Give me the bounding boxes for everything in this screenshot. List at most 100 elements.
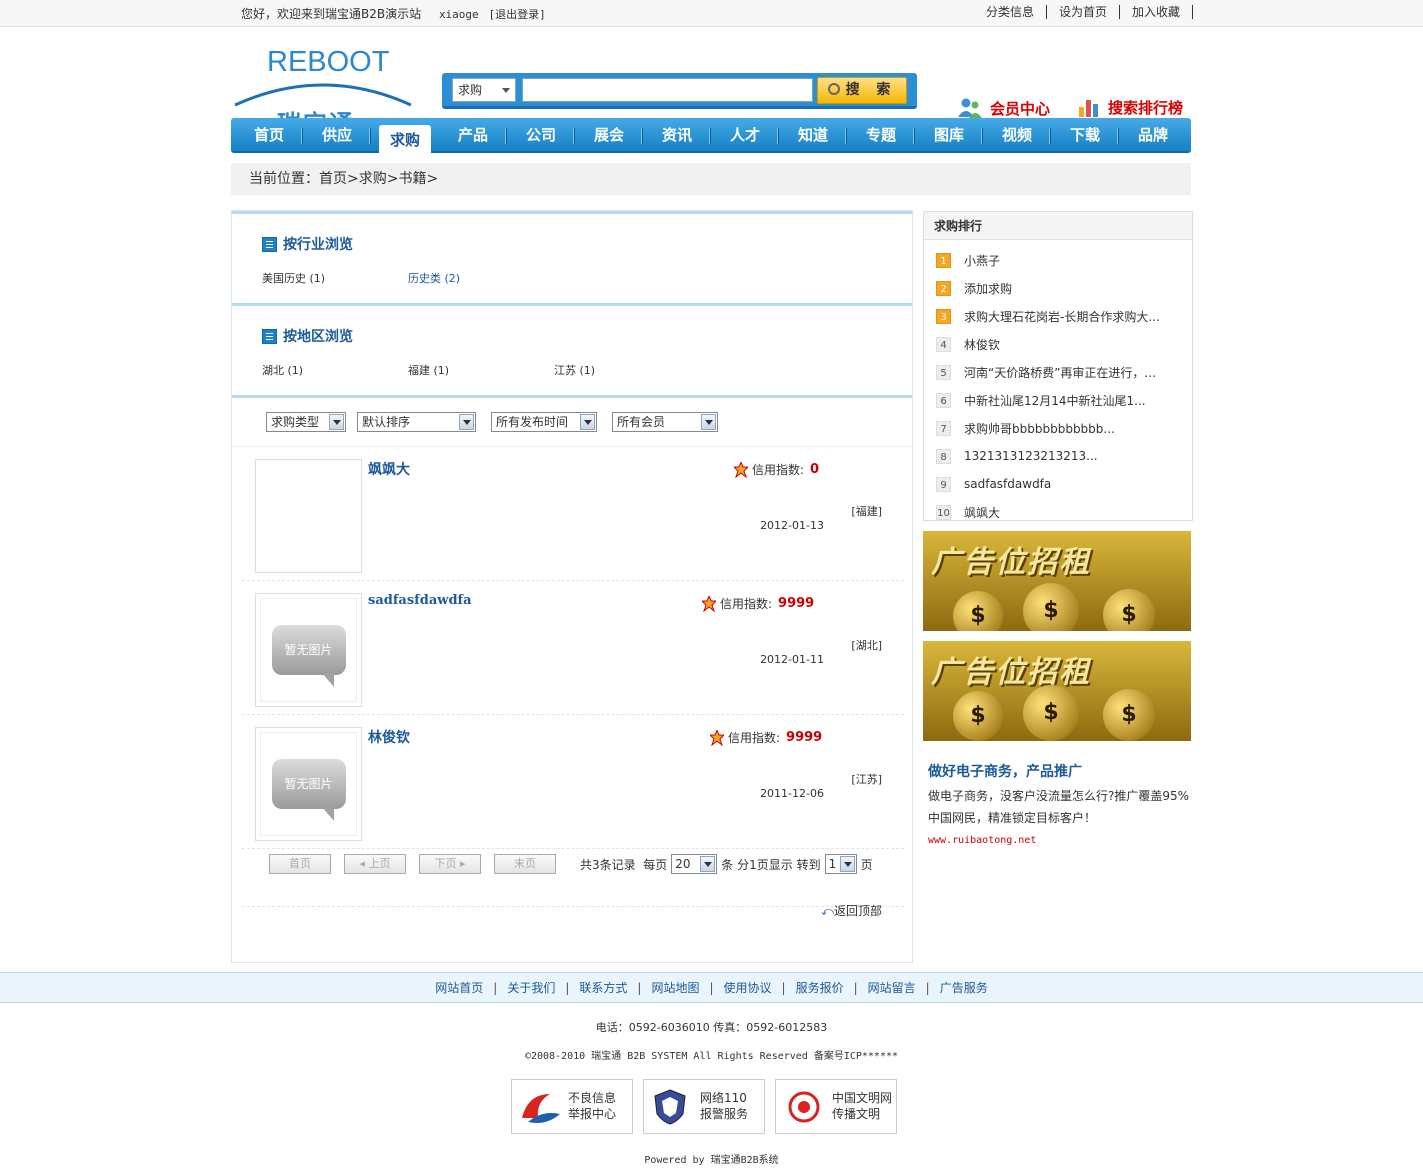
ranking-item[interactable]: 10 飒飒大: [936, 498, 1192, 526]
ranking-item[interactable]: 2 添加求购: [936, 274, 1192, 302]
coin-icon: $: [953, 591, 1003, 631]
ranking-item-label: 林俊钦: [964, 337, 1001, 352]
coin-icon: $: [1023, 583, 1079, 631]
report-center-icon: [522, 1094, 560, 1123]
nav-item[interactable]: 展会: [575, 118, 643, 153]
ad-text: 广告位招租: [931, 655, 1091, 690]
ranking-item[interactable]: 6 中新社汕尾12月14中新社汕尾1...: [936, 386, 1192, 414]
filter-sort-select[interactable]: 默认排序: [357, 412, 476, 432]
nav-item[interactable]: 下载: [1051, 118, 1119, 153]
top-link-bookmark[interactable]: 加入收藏: [1120, 5, 1193, 19]
top-bar: 您好，欢迎来到瑞宝通B2B演示站 xiaoge [退出登录] 分类信息 设为首页…: [0, 0, 1423, 27]
nav-item[interactable]: 首页: [235, 118, 303, 153]
next-page-button[interactable]: 下页 ▸: [419, 854, 481, 874]
contact-info: 电话：0592-6036010 传真：0592-6012583: [595, 1021, 828, 1034]
region-item[interactable]: 福建 (1): [408, 362, 554, 378]
pager-page-unit: 页: [860, 857, 873, 872]
nav-item[interactable]: 品牌: [1119, 118, 1187, 153]
ranking-item[interactable]: 8 1321313123213213...: [936, 442, 1192, 470]
bar-chart-icon: [1079, 99, 1098, 117]
ad-banner[interactable]: 广告位招租 $ $ $: [923, 531, 1191, 631]
nav-item[interactable]: 供应: [303, 118, 371, 153]
nav-item[interactable]: 公司: [507, 118, 575, 153]
footer-link[interactable]: 使用协议: [714, 981, 782, 995]
page-select[interactable]: 1: [824, 854, 857, 874]
pager-unit: 条: [721, 857, 734, 872]
first-page-button[interactable]: 首页: [269, 854, 331, 874]
medal-icon: [708, 728, 726, 746]
ranking-item[interactable]: 7 求购帅哥bbbbbbbbbbbb...: [936, 414, 1192, 442]
ranking-item[interactable]: 5 河南“天价路桥费”再审正在进行，...: [936, 358, 1192, 386]
search-button[interactable]: 搜 索: [817, 77, 907, 104]
badge-civilization[interactable]: 中国文明网 传播文明: [775, 1079, 897, 1134]
nav-item[interactable]: 图库: [915, 118, 983, 153]
ranking-title: 求购排行: [924, 212, 1192, 240]
search-type-select[interactable]: 求购: [452, 78, 516, 102]
footer-link[interactable]: 网站首页: [425, 981, 493, 995]
rank-number: 5: [936, 364, 951, 380]
footer-link[interactable]: 服务报价: [786, 981, 854, 995]
rank-number: 8: [936, 448, 951, 464]
member-center-link[interactable]: 会员中心: [958, 97, 1050, 119]
nav-item[interactable]: 专题: [847, 118, 915, 153]
search-ranking-link[interactable]: 搜索排行榜: [1078, 97, 1183, 118]
last-page-button[interactable]: 末页: [494, 854, 556, 874]
nav-item[interactable]: 求购: [379, 125, 431, 153]
footer-link[interactable]: 广告服务: [930, 981, 998, 995]
ranking-item[interactable]: 3 求购大理石花岗岩-长期合作求购大...: [936, 302, 1192, 330]
footer-link[interactable]: 联系方式: [569, 981, 637, 995]
promo-url[interactable]: www.ruibaotong.net: [928, 835, 1193, 846]
nav-item[interactable]: 产品: [439, 118, 507, 153]
listing-thumbnail[interactable]: 暂无图片: [255, 593, 362, 707]
listing-thumbnail[interactable]: [255, 459, 362, 573]
nav-item[interactable]: 知道: [779, 118, 847, 153]
footer-link[interactable]: 网站留言: [858, 981, 926, 995]
nav-item[interactable]: 视频: [983, 118, 1051, 153]
back-to-top-link[interactable]: ⤺返回顶部: [821, 902, 882, 919]
region-item[interactable]: 江苏 (1): [554, 362, 700, 378]
badge-police-110[interactable]: 网络110 报警服务: [643, 1079, 765, 1134]
per-page-select[interactable]: 20: [671, 854, 718, 874]
chevron-down-icon: [502, 88, 510, 93]
coin-icon: $: [1103, 689, 1155, 741]
filter-type-select[interactable]: 求购类型: [266, 412, 346, 432]
username-link[interactable]: xiaoge: [439, 8, 479, 21]
pager-per-page-label: 每页: [643, 857, 668, 872]
prev-page-button[interactable]: ◂ 上页: [344, 854, 406, 874]
top-link-category[interactable]: 分类信息: [974, 5, 1047, 19]
badge-report-center[interactable]: 不良信息 举报中心: [511, 1079, 633, 1134]
listing-name[interactable]: 林俊钦: [368, 727, 410, 747]
industry-item[interactable]: 历史类 (2): [408, 270, 554, 286]
ranking-item[interactable]: 4 林俊钦: [936, 330, 1192, 358]
listing-row: 飒飒大 信用指数: 0 [福建] 2012-01-13: [242, 447, 904, 581]
ranking-item[interactable]: 1 小燕子: [936, 246, 1192, 274]
promo-title[interactable]: 做好电子商务，产品推广: [928, 761, 1193, 781]
footer-link[interactable]: 网站地图: [641, 981, 709, 995]
credit-value: 9999: [786, 730, 823, 745]
listing-date: 2011-12-06: [760, 787, 824, 800]
nav-item[interactable]: 人才: [711, 118, 779, 153]
powered-by: Powered by 瑞宝通B2B系统: [644, 1155, 779, 1166]
top-links: 分类信息 设为首页 加入收藏: [974, 5, 1193, 19]
filter-bar: 求购类型 默认排序 所有发布时间 所有会员: [232, 395, 912, 447]
ad-banner[interactable]: 广告位招租 $ $ $: [923, 641, 1191, 741]
sidebar: 求购排行 1 小燕子 2 添加求购 3 求购大理石花岗岩-长期合作求购大... 4 林俊钦 5 河…: [923, 211, 1193, 846]
no-image-placeholder: 暂无图片: [271, 759, 346, 821]
listing-thumbnail[interactable]: 暂无图片: [255, 727, 362, 841]
industry-item[interactable]: 美国历史 (1): [262, 270, 408, 286]
filter-member-select[interactable]: 所有会员: [612, 412, 718, 432]
top-link-set-homepage[interactable]: 设为首页: [1047, 5, 1120, 19]
ranking-item-label: 求购帅哥bbbbbbbbbbbb...: [964, 421, 1115, 436]
nav-item[interactable]: 资讯: [643, 118, 711, 153]
rank-number: 6: [936, 392, 951, 408]
listing-region: [湖北]: [851, 639, 882, 652]
footer-link[interactable]: 关于我们: [497, 981, 565, 995]
listing-name[interactable]: 飒飒大: [368, 459, 410, 479]
listing-name[interactable]: sadfasfdawdfa: [368, 593, 472, 608]
region-item[interactable]: 湖北 (1): [262, 362, 408, 378]
search-input[interactable]: [522, 78, 813, 102]
filter-time-select[interactable]: 所有发布时间: [491, 412, 597, 432]
ranking-item[interactable]: 9 sadfasfdawdfa: [936, 470, 1192, 498]
logout-link[interactable]: [退出登录]: [489, 8, 546, 21]
ranking-box: 求购排行 1 小燕子 2 添加求购 3 求购大理石花岗岩-长期合作求购大... 4 林俊钦 5 河…: [923, 211, 1193, 521]
